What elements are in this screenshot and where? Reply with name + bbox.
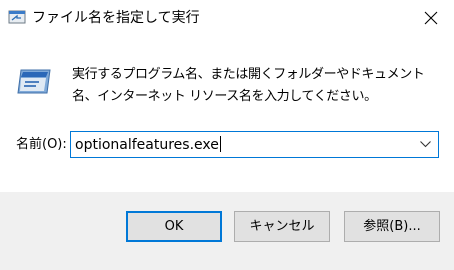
chevron-down-icon bbox=[420, 141, 431, 148]
ok-button[interactable]: OK bbox=[126, 211, 222, 242]
text-caret bbox=[219, 136, 221, 152]
title-bar[interactable]: ファイル名を指定して実行 bbox=[0, 0, 454, 36]
open-combobox[interactable]: optionalfeatures.exe bbox=[70, 131, 439, 158]
cancel-button[interactable]: キャンセル bbox=[234, 211, 330, 242]
open-input[interactable]: optionalfeatures.exe bbox=[75, 136, 221, 154]
window-title: ファイル名を指定して実行 bbox=[32, 10, 200, 26]
run-program-icon bbox=[16, 64, 52, 100]
description-text: 実行するプログラム名、または開くフォルダーやドキュメント名、インターネット リソ… bbox=[72, 67, 425, 104]
dropdown-button[interactable] bbox=[417, 132, 434, 157]
open-label: 名前(O): bbox=[16, 137, 67, 152]
run-dialog: ファイル名を指定して実行 実行するプログラム名、または開くフォルダーやドキュメン… bbox=[0, 0, 454, 270]
open-input-value: optionalfeatures.exe bbox=[75, 137, 219, 153]
run-dialog-icon bbox=[8, 8, 26, 26]
button-bar: OK キャンセル 参照(B)... bbox=[0, 192, 454, 270]
close-icon bbox=[424, 11, 438, 25]
dialog-content: 実行するプログラム名、または開くフォルダーやドキュメント名、インターネット リソ… bbox=[0, 36, 454, 192]
close-button[interactable] bbox=[408, 0, 454, 36]
browse-button[interactable]: 参照(B)... bbox=[344, 211, 440, 242]
